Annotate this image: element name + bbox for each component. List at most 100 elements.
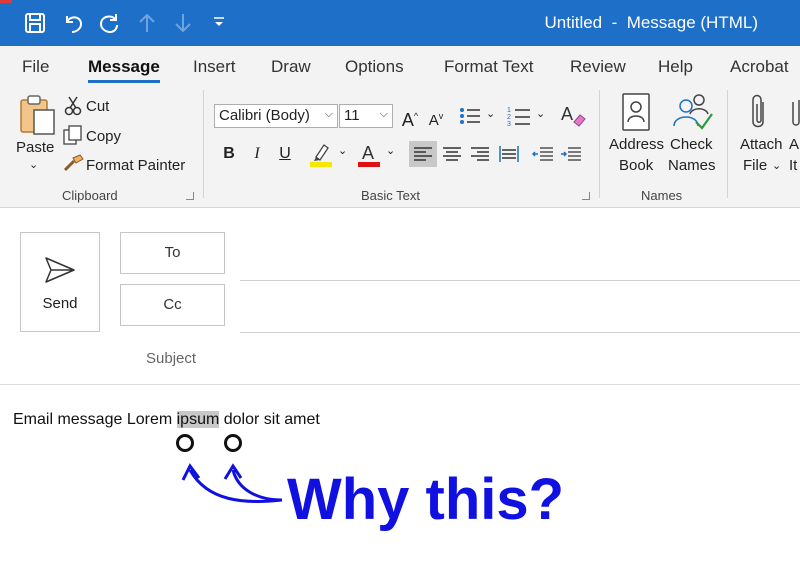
check-names-label-2[interactable]: Names (668, 157, 716, 174)
cc-field[interactable] (240, 285, 795, 325)
svg-text:A: A (362, 143, 374, 163)
down-arrow-icon[interactable] (170, 10, 196, 36)
attach-file-label-1[interactable]: Attach (740, 136, 783, 153)
names-group-label: Names (641, 188, 683, 203)
tab-draw[interactable]: Draw (271, 57, 311, 77)
attach-file-dropdown-icon[interactable]: ⌄ (772, 159, 781, 172)
paste-icon[interactable] (18, 94, 58, 136)
selected-text: ipsum (176, 411, 220, 428)
italic-button[interactable]: I (244, 141, 270, 167)
cut-button[interactable]: Cut (86, 98, 109, 115)
scissors-icon[interactable] (64, 96, 82, 116)
basic-text-group-label: Basic Text (361, 188, 421, 203)
attach-file-label-2[interactable]: File (743, 157, 767, 174)
check-names-label-1[interactable]: Check (670, 136, 713, 153)
increase-indent-button[interactable] (558, 141, 584, 167)
copy-button[interactable]: Copy (86, 128, 121, 145)
up-arrow-icon[interactable] (134, 10, 160, 36)
chevron-down-icon: ⌵ (324, 108, 333, 120)
align-left-button[interactable] (409, 141, 437, 167)
svg-text:3: 3 (507, 121, 511, 127)
tab-options[interactable]: Options (345, 57, 404, 77)
tab-help[interactable]: Help (658, 57, 693, 77)
align-center-icon (443, 147, 461, 161)
redo-icon[interactable] (96, 10, 122, 36)
copy-icon[interactable] (63, 125, 83, 145)
clear-formatting-icon[interactable]: A (560, 102, 586, 128)
highlight-dropdown-icon[interactable]: ⌄ (338, 144, 347, 157)
customize-icon[interactable] (206, 10, 232, 36)
send-button[interactable]: Send (20, 232, 100, 332)
send-label: Send (42, 295, 78, 312)
title-bar: Untitled - Message (HTML) (0, 0, 800, 46)
body-text-after: dolor sit amet (219, 411, 320, 428)
chevron-down-icon: ⌵ (379, 108, 388, 120)
font-size-select[interactable]: 11 ⌵ (339, 104, 393, 128)
font-name-select[interactable]: Calibri (Body) ⌵ (214, 104, 338, 128)
bold-button[interactable]: B (216, 141, 242, 167)
decrease-indent-icon (531, 147, 553, 161)
paste-button[interactable]: Paste (16, 139, 54, 156)
numbering-dropdown-icon[interactable]: ⌄ (536, 107, 545, 120)
highlight-icon[interactable] (308, 141, 334, 167)
bullets-dropdown-icon[interactable]: ⌄ (486, 107, 495, 120)
to-field[interactable] (240, 233, 795, 273)
cc-button[interactable]: Cc (120, 284, 225, 326)
selection-start-handle[interactable] (176, 434, 194, 452)
tab-acrobat[interactable]: Acrobat (730, 57, 789, 77)
bullets-icon[interactable] (459, 106, 481, 126)
tab-insert[interactable]: Insert (193, 57, 236, 77)
basic-text-launcher-icon[interactable] (582, 192, 590, 200)
decrease-indent-button[interactable] (530, 141, 556, 167)
justify-icon (499, 146, 519, 162)
ribbon-tabs: File Message Insert Draw Options Format … (0, 46, 800, 84)
tab-message[interactable]: Message (88, 57, 160, 83)
group-divider (599, 90, 600, 198)
annotation-arrows (181, 463, 283, 503)
body-text-before: Email message Lorem (13, 411, 177, 428)
selection-end-handle[interactable] (224, 434, 242, 452)
grow-font-icon[interactable]: A^ (397, 103, 423, 130)
to-field-underline (240, 280, 800, 281)
numbering-icon[interactable]: 123 (507, 105, 531, 127)
increase-indent-icon (561, 147, 581, 161)
justify-button[interactable] (496, 141, 522, 167)
save-icon[interactable] (22, 10, 48, 36)
tab-format-text[interactable]: Format Text (444, 57, 533, 77)
attach-item-icon[interactable] (789, 92, 800, 132)
clipboard-launcher-icon[interactable] (186, 192, 194, 200)
svg-text:A: A (561, 104, 573, 124)
font-color-dropdown-icon[interactable]: ⌄ (386, 144, 395, 157)
attach-item-label-2[interactable]: It (789, 157, 797, 174)
align-left-icon (414, 147, 432, 161)
attach-item-label-1[interactable]: A (789, 136, 799, 153)
tab-file[interactable]: File (22, 57, 49, 77)
ribbon: Paste ⌄ Cut Copy Format Painter Clipboar… (0, 84, 800, 208)
header-body-divider (0, 384, 800, 385)
address-book-label-2[interactable]: Book (619, 157, 653, 174)
message-body[interactable]: Email message Lorem ipsum dolor sit amet (13, 411, 320, 429)
subject-field[interactable] (240, 338, 795, 378)
clipboard-group-label: Clipboard (62, 188, 118, 203)
align-right-button[interactable] (467, 141, 493, 167)
annotation-text: Why this? (287, 467, 565, 532)
group-divider (203, 90, 204, 198)
check-names-icon[interactable] (672, 92, 714, 132)
shrink-font-icon[interactable]: Av (423, 103, 449, 129)
tab-review[interactable]: Review (570, 57, 626, 77)
format-painter-icon[interactable] (62, 154, 84, 174)
cc-field-underline (240, 332, 800, 333)
svg-text:2: 2 (507, 114, 511, 121)
format-painter-button[interactable]: Format Painter (86, 157, 185, 174)
address-book-icon[interactable] (620, 92, 652, 132)
group-divider (727, 90, 728, 198)
underline-button[interactable]: U (272, 141, 298, 167)
paperclip-icon[interactable] (748, 92, 770, 132)
align-center-button[interactable] (439, 141, 465, 167)
address-book-label-1[interactable]: Address (609, 136, 664, 153)
paste-dropdown-icon[interactable]: ⌄ (29, 158, 38, 171)
to-button[interactable]: To (120, 232, 225, 274)
undo-icon[interactable] (60, 10, 86, 36)
font-color-icon[interactable]: A (356, 141, 382, 167)
subject-label: Subject (146, 350, 197, 367)
